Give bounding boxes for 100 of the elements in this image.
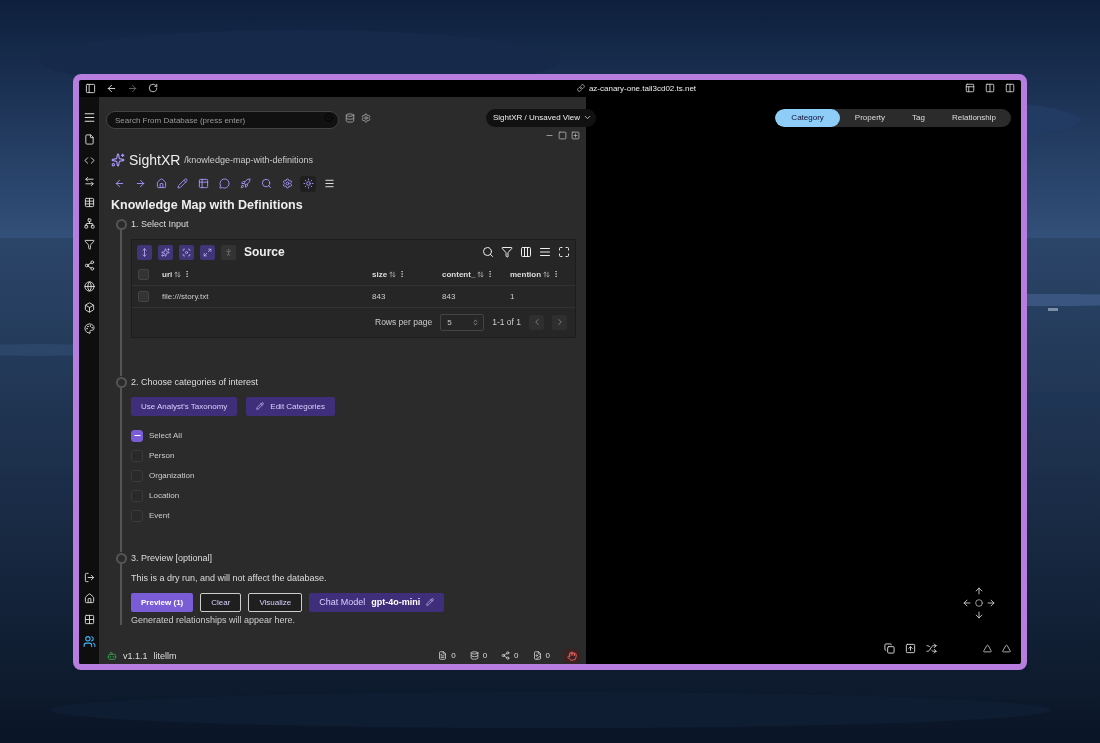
category-label: Location <box>149 491 180 500</box>
category-label: Person <box>149 451 175 460</box>
tilt-up-icon[interactable] <box>1002 643 1011 653</box>
rows-per-page-select[interactable]: 5 <box>440 313 485 331</box>
sparkle-icon[interactable] <box>158 244 173 260</box>
sort-icon[interactable] <box>477 270 485 278</box>
palette-icon[interactable] <box>83 322 95 334</box>
right-arrow-icon[interactable] <box>986 597 996 608</box>
document-icon <box>438 651 448 660</box>
code-icon[interactable] <box>83 154 95 166</box>
view-tab[interactable]: Category <box>775 108 840 127</box>
center-icon[interactable] <box>975 598 983 607</box>
action-button[interactable]: Visualize <box>248 592 303 612</box>
swap-icon[interactable] <box>83 175 95 187</box>
column-header[interactable]: size <box>372 269 388 279</box>
logout-icon[interactable] <box>83 571 95 583</box>
users-icon[interactable] <box>82 634 96 648</box>
count-text: 0 <box>482 651 488 660</box>
filter-icon[interactable] <box>501 246 513 258</box>
count-text: 0 <box>514 651 519 660</box>
up-arrow-icon[interactable] <box>974 585 984 596</box>
table-title: Source <box>244 245 285 259</box>
action-button[interactable]: Clear <box>200 592 242 612</box>
panel-icon[interactable] <box>965 83 975 93</box>
home-icon[interactable] <box>83 592 95 604</box>
down-arrow-icon[interactable] <box>974 609 984 620</box>
page-range: 1-1 of 1 <box>492 317 521 327</box>
sun-icon[interactable] <box>300 175 316 192</box>
figure-icon[interactable] <box>221 244 236 260</box>
provider-text: litellm <box>153 650 177 661</box>
layout-icon[interactable] <box>985 83 995 93</box>
edit-categories-button[interactable]: Edit Categories <box>246 396 335 416</box>
columns-icon[interactable] <box>520 246 532 258</box>
fit-icon[interactable] <box>200 244 215 260</box>
grid-icon[interactable] <box>83 613 95 625</box>
category-checkbox[interactable] <box>131 429 143 442</box>
copy-icon[interactable] <box>884 642 895 654</box>
table-cell-text: 843 <box>372 291 387 301</box>
export-icon[interactable] <box>905 642 916 654</box>
database-icon <box>469 651 479 660</box>
image-icon <box>532 651 542 660</box>
sort-icon[interactable] <box>389 270 397 278</box>
back-icon[interactable] <box>106 82 117 94</box>
sort-icon[interactable] <box>174 270 182 278</box>
view-tab[interactable]: Tag <box>900 108 937 127</box>
fullscreen-icon[interactable] <box>558 246 570 258</box>
popout-icon[interactable] <box>571 130 580 140</box>
search-field[interactable]: Search From Database (press enter) <box>106 111 339 129</box>
taxonomy-button[interactable]: Use Analyst's Taxonomy <box>131 396 238 416</box>
column-header[interactable]: content_ <box>442 269 476 279</box>
filter-icon[interactable] <box>83 238 95 250</box>
shuffle-icon[interactable] <box>926 642 937 654</box>
focus-icon[interactable] <box>179 244 194 260</box>
search-icon[interactable] <box>482 246 494 258</box>
table-icon[interactable] <box>83 196 95 208</box>
sidebar-icon[interactable] <box>85 82 96 94</box>
chat-model-button[interactable]: Chat Model gpt-4o-mini <box>309 592 445 612</box>
forward-icon[interactable] <box>127 82 138 94</box>
hierarchy-icon[interactable] <box>83 217 95 229</box>
graph-icon[interactable] <box>83 259 95 271</box>
density-icon[interactable] <box>539 246 551 258</box>
table-cell-text: file:///story.txt <box>162 291 210 301</box>
maximize-icon[interactable] <box>558 130 567 140</box>
row-checkbox[interactable] <box>138 290 149 302</box>
graph-icon <box>501 651 511 660</box>
chat-icon[interactable] <box>216 175 232 192</box>
output-message: Generated relationships will appear here. <box>131 614 297 625</box>
select-all-checkbox[interactable] <box>138 268 149 280</box>
view-tab[interactable]: Relationship <box>936 108 1011 127</box>
view-tab[interactable]: Property <box>839 108 901 127</box>
hand-button[interactable] <box>564 648 580 663</box>
column-header[interactable]: mention <box>510 269 542 279</box>
column-header[interactable]: uri <box>162 269 173 279</box>
view-selector[interactable]: SightXR / Unsaved View <box>486 108 596 127</box>
step-label: 3. Preview [optional] <box>131 552 214 563</box>
count-text: 0 <box>545 651 550 660</box>
category-label: Organization <box>149 471 195 480</box>
stepper-icon <box>472 318 480 326</box>
preview-button[interactable]: Preview (1) <box>131 592 194 612</box>
database-icon[interactable] <box>345 112 355 123</box>
page-path: /knowledge-map-with-definitions <box>184 154 313 165</box>
left-arrow-icon[interactable] <box>962 597 972 608</box>
settings-icon[interactable] <box>361 112 371 123</box>
file-icon[interactable] <box>83 133 95 145</box>
expand-icon[interactable] <box>137 244 152 260</box>
logo-icon <box>111 152 125 167</box>
split-view-icon[interactable] <box>1005 83 1015 93</box>
reload-icon[interactable] <box>148 83 158 93</box>
menu-icon[interactable] <box>82 110 96 124</box>
count-text: 0 <box>451 651 456 660</box>
robot-icon <box>107 650 117 661</box>
tilt-down-icon[interactable] <box>983 643 992 653</box>
cube-icon[interactable] <box>83 301 95 313</box>
pencil-icon[interactable] <box>174 175 190 192</box>
pencil-icon <box>256 402 265 410</box>
pencil-icon <box>426 598 435 606</box>
sort-icon[interactable] <box>543 270 551 278</box>
url-text[interactable]: az-canary-one.tail3cd02.ts.net <box>588 83 697 93</box>
globe-icon[interactable] <box>83 280 95 292</box>
category-label: Select All <box>149 431 182 440</box>
